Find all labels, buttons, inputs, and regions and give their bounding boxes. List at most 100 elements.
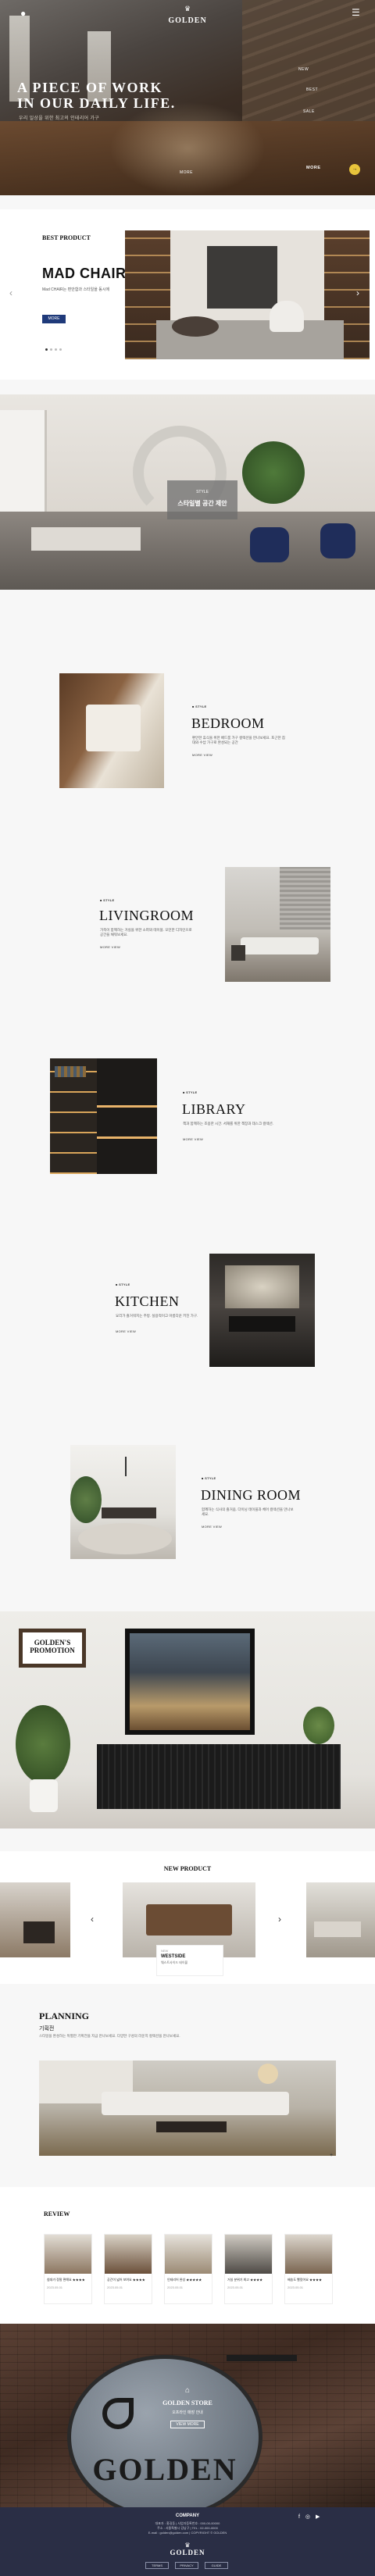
library-desc: 책과 함께하는 조용한 시간. 서재를 위한 책장과 데스크 컬렉션.	[183, 1122, 274, 1126]
facebook-icon[interactable]: f	[298, 2514, 300, 2520]
hero-more-link[interactable]: MORE	[180, 170, 193, 175]
store-sign-text: GOLDEN	[92, 2452, 238, 2487]
store-button[interactable]: VIEW MORE	[170, 2421, 205, 2428]
library-image[interactable]	[50, 1058, 157, 1174]
new-product-name: WESTSIDE	[161, 1954, 186, 1959]
diningroom-tag: ■ STYLE	[202, 1476, 216, 1480]
hero-nav-sale[interactable]: SALE	[303, 109, 315, 114]
hero-section: ● ♛ GOLDEN ☰ A PIECE OF WORK IN OUR DAIL…	[0, 0, 375, 195]
review-card-title: 거실 분위기 최고 ★★★★	[227, 2278, 263, 2282]
review-card-meta: 2023.05.01	[227, 2285, 244, 2289]
review-image	[105, 2235, 152, 2274]
best-product-image[interactable]	[125, 230, 370, 359]
hero-subline: 우리 일상을 위한 최고의 인테리어 가구	[19, 116, 99, 121]
style-banner-tag: STYLE	[196, 490, 209, 494]
store-section: GOLDEN ⌂ GOLDEN STORE 오프라인 매장 안내 VIEW MO…	[0, 2324, 375, 2511]
best-product-section: ‹ BEST PRODUCT MAD CHAIR Mad CHAIR는 편안함과…	[0, 209, 375, 380]
footer-info: 대표자 : 홍길동 | 사업자등록번호 : 000-00-00000 주소 : …	[0, 2521, 375, 2535]
review-card-title: 공간이 넓어 보여요 ★★★★	[107, 2278, 145, 2282]
review-card[interactable]: 침대가 정말 편해요 ★★★★ 2023.05.01	[44, 2234, 92, 2304]
store-sign: GOLDEN	[67, 2355, 262, 2511]
promotion-section: GOLDEN'S PROMOTION	[0, 1611, 375, 1829]
planning-desc: 스타일을 완성하는 특별한 기획전을 지금 만나보세요. 다양한 구성의 라운지…	[39, 2034, 180, 2038]
footer-terms-button[interactable]: TERMS	[145, 2562, 169, 2569]
kitchen-image[interactable]	[209, 1254, 315, 1367]
review-card-meta: 2023.05.01	[47, 2285, 63, 2289]
library-tag: ■ STYLE	[183, 1090, 198, 1094]
new-product-section: NEW PRODUCT ‹ NEW WESTSIDE 웨스트사이드 테이블 ›	[0, 1851, 375, 1984]
bedroom-more-link[interactable]: MORE VIEW	[192, 753, 212, 757]
style-banner-section: STYLE 스타일별 공간 제안	[0, 394, 375, 590]
site-footer: COMPANY 대표자 : 홍길동 | 사업자등록번호 : 000-00-000…	[0, 2507, 375, 2576]
footer-guide-button[interactable]: GUIDE	[205, 2562, 228, 2569]
footer-logo[interactable]: ♛ GOLDEN	[0, 2542, 375, 2556]
best-product-title: MAD CHAIR	[42, 266, 127, 281]
review-card[interactable]: 공간이 넓어 보여요 ★★★★ 2023.05.01	[104, 2234, 152, 2304]
hero-nav-best[interactable]: BEST	[306, 87, 318, 92]
planning-section: PLANNING 기획전 스타일을 완성하는 특별한 기획전을 지금 만나보세요…	[0, 2000, 375, 2171]
site-logo[interactable]: ♛ GOLDEN	[0, 5, 375, 27]
livingroom-more-link[interactable]: MORE VIEW	[100, 945, 120, 949]
livingroom-image[interactable]	[225, 867, 330, 982]
prev-arrow-icon[interactable]: ‹	[9, 287, 12, 298]
review-card[interactable]: 인테리어 완성 ★★★★★ 2023.05.01	[164, 2234, 212, 2304]
footer-privacy-button[interactable]: PRIVACY	[175, 2562, 198, 2569]
bedroom-tag: ■ STYLE	[192, 705, 207, 708]
best-product-desc: Mad CHAIR는 편안함과 스타일을 동시에	[42, 287, 110, 292]
planning-image[interactable]	[39, 2060, 336, 2156]
footer-line-3: E-mail : golden@golden.com | COPYRIGHT ©…	[148, 2531, 227, 2535]
hero-nav-new[interactable]: NEW	[298, 67, 309, 72]
next-arrow-icon[interactable]: ›	[356, 287, 359, 298]
youtube-icon[interactable]: ▶	[316, 2514, 320, 2520]
hero-headline: A PIECE OF WORK IN OUR DAILY LIFE.	[17, 80, 176, 111]
hamburger-icon[interactable]: ☰	[352, 7, 360, 18]
hero-cta-button[interactable]: MORE	[306, 166, 321, 170]
promotion-badge[interactable]: GOLDEN'S PROMOTION	[19, 1629, 86, 1668]
planning-subtitle: 기획전	[39, 2026, 55, 2032]
new-product-card[interactable]: NEW WESTSIDE 웨스트사이드 테이블	[156, 1945, 223, 1976]
new-product-tag: NEW	[161, 1949, 169, 1953]
review-card-title: 인테리어 완성 ★★★★★	[167, 2278, 202, 2282]
kitchen-title: KITCHEN	[115, 1293, 180, 1309]
slider-dot[interactable]	[45, 348, 48, 351]
next-arrow-icon[interactable]: ›	[278, 1914, 281, 1925]
review-card-meta: 2023.05.01	[167, 2285, 184, 2289]
review-card-meta: 2023.05.01	[288, 2285, 304, 2289]
store-sub: 오프라인 매장 안내	[172, 2410, 203, 2415]
review-title: REVIEW	[44, 2210, 70, 2217]
best-more-button[interactable]: MORE	[42, 315, 66, 323]
livingroom-title: LIVINGROOM	[99, 908, 194, 923]
prev-arrow-icon[interactable]: ‹	[91, 1914, 94, 1925]
sign-bracket	[227, 2355, 297, 2361]
kitchen-more-link[interactable]: MORE VIEW	[116, 1329, 136, 1333]
instagram-icon[interactable]: ◎	[305, 2514, 310, 2520]
arrow-right-icon[interactable]: →	[349, 164, 360, 175]
top-bar: ● ♛ GOLDEN ☰	[0, 0, 375, 27]
promotion-sideboard	[97, 1744, 341, 1809]
new-product-title: NEW PRODUCT	[163, 1865, 212, 1872]
review-image	[165, 2235, 212, 2274]
review-card[interactable]: 배송도 빨랐어요 ★★★★ 2023.05.01	[284, 2234, 333, 2304]
style-banner-box[interactable]: STYLE 스타일별 공간 제안	[167, 480, 238, 519]
review-card[interactable]: 거실 분위기 최고 ★★★★ 2023.05.01	[224, 2234, 273, 2304]
slider-dot[interactable]	[50, 348, 52, 351]
library-more-link[interactable]: MORE VIEW	[183, 1137, 203, 1141]
plus-icon[interactable]: +	[330, 2153, 333, 2158]
slider-dots	[45, 341, 64, 355]
bedroom-image[interactable]	[59, 673, 164, 788]
slider-dot[interactable]	[55, 348, 57, 351]
diningroom-image[interactable]	[70, 1445, 176, 1559]
diningroom-desc: 함께하는 식사의 즐거움. 다이닝 테이블과 체어 컬렉션을 만나보세요.	[202, 1507, 294, 1516]
new-product-side-image-right[interactable]	[306, 1882, 375, 1957]
new-product-side-image-left[interactable]	[0, 1882, 70, 1957]
style-banner-text: 스타일별 공간 제안	[177, 500, 227, 507]
slider-dot[interactable]	[59, 348, 62, 351]
hero-headline-line-2: IN OUR DAILY LIFE.	[17, 95, 176, 111]
footer-logo-text: GOLDEN	[170, 2549, 205, 2556]
promotion-frame[interactable]	[125, 1629, 255, 1735]
crown-icon: ♛	[184, 2542, 191, 2549]
new-product-desc: 웨스트사이드 테이블	[161, 1961, 188, 1964]
bedroom-desc: 편안한 휴식을 위한 베드룸 가구 컬렉션을 만나보세요. 포근한 침대와 수납…	[192, 736, 285, 744]
diningroom-more-link[interactable]: MORE VIEW	[202, 1525, 222, 1529]
crown-icon: ♛	[184, 5, 191, 12]
